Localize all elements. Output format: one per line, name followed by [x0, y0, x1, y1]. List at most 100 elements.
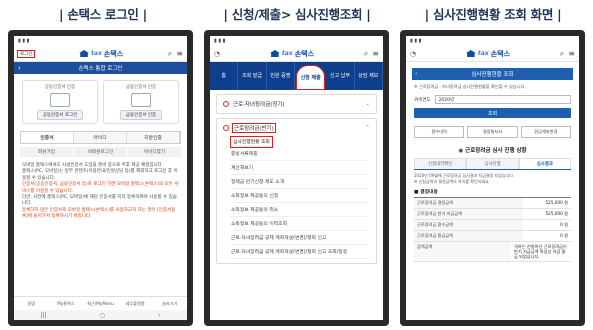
table-row: 근로장려금 환급금액 0 원 — [414, 231, 571, 242]
menu-item[interactable]: 소득정보 제공동의 이력조회 — [231, 217, 368, 231]
main-menu-bar: 홈 조회 발급 민원 증명 신청 제출 신고 납부 상담 제보 — [210, 62, 383, 90]
year-select[interactable]: 2020년 — [434, 95, 571, 104]
chevron-down-icon: ⌄ — [365, 101, 370, 107]
back-icon[interactable]: ‹ — [18, 64, 21, 72]
phone-status: ▮ ▮ ▮ ◔ tax 손택스 ⌕ ≡ ‹ 심사진행현황 조회 ※ 근로장려금 ·… — [400, 30, 585, 326]
status-bar: ▮ ▮ ▮ — [406, 36, 579, 46]
menu-icon[interactable]: ≡ — [372, 49, 379, 59]
menu-apply-submit[interactable]: 신청 제출 — [295, 65, 326, 90]
certificate-icon — [131, 93, 151, 107]
back-icon[interactable]: ‹ — [415, 71, 417, 77]
nav-tax-platform[interactable]: 세무플랫폼 — [118, 297, 153, 310]
menu-item[interactable]: 소득정보 제공동의 취소 — [231, 203, 368, 217]
decision-section-title: ■ 결정내용 — [414, 190, 438, 195]
menu-consult[interactable]: 상담 제보 — [355, 62, 383, 90]
status-bar: ▮ ▮ ▮ — [210, 36, 383, 46]
signup-link[interactable]: 회원가입 — [20, 147, 73, 157]
tab-fingerprint[interactable]: 지문인증 — [127, 132, 180, 143]
menu-item[interactable]: 소득정보 제공동의 신청 — [231, 189, 368, 203]
nav-myhometax[interactable]: My홈택스 — [49, 297, 84, 310]
recent-apps-icon[interactable]: ||| — [41, 312, 47, 319]
top-bar: ◔ tax 손택스 ⌕ ≡ — [406, 46, 579, 62]
decision-notice-button[interactable]: 결정통지서 — [467, 126, 518, 138]
table-row: 감액금액 귀하는 신청하신 근로장려금이 반기 지급금액 특성상 차감 환급 되었… — [414, 242, 571, 262]
menu-item[interactable]: 근로·자녀장려금 공제 계좌개설(변경)/철회 신고 — [231, 231, 368, 245]
finance-cert-box[interactable]: 금융인증서 인증 금융인증서 인증 — [103, 80, 179, 124]
top-bar: ◔ tax 손택스 ⌕ ≡ — [210, 46, 383, 62]
status-section-title: ◉ 근로장려금 심사 진행 상황 — [458, 148, 527, 154]
hometax-logo[interactable]: tax 손택스 — [269, 49, 314, 59]
top-bar: 로그인 tax 손택스 ⌕ ≡ — [14, 46, 187, 62]
login-title-bar: ‹ 손택스 통합 로그인 — [14, 62, 187, 74]
menu-home[interactable]: 홈 — [210, 62, 239, 90]
phone-login: ▮ ▮ ▮ 로그인 tax 손택스 ⌕ ≡ ‹ 손택스 통합 로그인 공동인증서 … — [8, 30, 193, 326]
caption-status-screen: | 심사진행현황 조회 화면 | — [424, 7, 562, 22]
menu-icon[interactable]: ≡ — [176, 49, 183, 59]
search-icon[interactable]: ⌕ — [560, 49, 564, 59]
menu-item[interactable]: 근로·자녀장려금 공제 계좌개설(변경)/철회 신고 조회/정정 — [231, 245, 368, 259]
user-icon[interactable]: ◔ — [410, 50, 416, 58]
table-row: 근로장려금 결정금액 525,000 원 — [414, 198, 571, 209]
android-nav: ||| ○ ‹ — [14, 310, 187, 320]
phone-menu: ▮ ▮ ▮ ◔ tax 손택스 ⌕ ≡ 홈 조회 발급 민원 증명 신청 제출 신… — [204, 30, 389, 326]
tab-application[interactable]: 신청내역확인 — [414, 158, 467, 169]
status-screen: ▮ ▮ ▮ ◔ tax 손택스 ⌕ ≡ ‹ 심사진행현황 조회 ※ 근로장려금 ·… — [406, 36, 579, 320]
table-row: 근로장려금 반기 지급금액 525,000 원 — [414, 209, 571, 220]
finance-cert-button[interactable]: 금융인증서 인증 — [119, 110, 163, 120]
table-row: 근로장려금 환수금액 0 원 — [414, 220, 571, 231]
nav-alert[interactable]: 알림 — [14, 297, 49, 310]
menu-icon[interactable]: ≡ — [568, 49, 575, 59]
menu-item-review-status[interactable]: 심사진행현황 조회 — [230, 136, 273, 148]
tab-id[interactable]: 아이디 — [74, 132, 127, 143]
login-link[interactable]: 로그인 — [16, 49, 36, 58]
year-form: 귀속연도 2020년 — [414, 95, 571, 104]
joint-cert-login-button[interactable]: 공동인증서 로그인 — [36, 110, 84, 120]
menu-item[interactable]: 증빙서류제출 — [231, 147, 368, 161]
menu-civil[interactable]: 민원 증명 — [267, 62, 295, 90]
status-bar: ▮ ▮ ▮ — [14, 36, 187, 46]
search-icon[interactable]: ⌕ — [168, 49, 172, 59]
house-icon — [269, 50, 280, 57]
circle-icon — [223, 101, 229, 107]
joint-cert-box[interactable]: 공동인증서 인증 공동인증서 로그인 — [22, 80, 98, 124]
guest-login-link[interactable]: 비회원로그인 — [74, 147, 127, 157]
menu-item[interactable]: 정례급 반기신청 제도 소개 — [231, 175, 368, 189]
caption-menu-path: | 신청/제출> 심사진행조회 | — [223, 7, 371, 22]
find-id-link[interactable]: 아이디찾기 — [128, 147, 181, 157]
accordion-regular[interactable]: 근로·자녀장려금(정기) ⌄ — [216, 94, 377, 114]
login-screen: ▮ ▮ ▮ 로그인 tax 손택스 ⌕ ≡ ‹ 손택스 통합 로그인 공동인증서 … — [14, 36, 187, 320]
accordion-semiannual[interactable]: 근로장려금(반기) ⌃ 심사진행현황 조회 증빙서류제출 계산해보기 정례급 반… — [216, 118, 377, 264]
menu-report-pay[interactable]: 신고 납부 — [326, 62, 355, 90]
user-icon[interactable]: ◔ — [214, 50, 220, 58]
house-icon — [79, 50, 90, 57]
nav-recent[interactable]: 최근/MyMenu — [83, 297, 118, 310]
certificate-icon — [50, 93, 70, 107]
semiannual-menu-list: 심사진행현황 조회 증빙서류제출 계산해보기 정례급 반기신청 제도 소개 소득… — [217, 136, 376, 263]
back-icon[interactable]: ‹ — [158, 312, 160, 319]
nav-font-size[interactable]: 글자크기 — [152, 297, 187, 310]
circle-icon — [223, 125, 229, 131]
caption-login: | 손택스 로그인 | — [59, 7, 147, 22]
page-note: ※ 근로장려금 · 자녀장려금 심사진행현황을 확인할 수 있습니다. — [414, 84, 526, 89]
house-icon — [465, 50, 476, 57]
login-method-tabs: 인증서 아이디 지문인증 — [20, 131, 181, 144]
result-description: 2020년 09월에 근로장려금 심사결과 지급결정 되었습니다. ※ 신청금액… — [414, 173, 515, 184]
menu-inquiry[interactable]: 조회 발급 — [238, 62, 267, 90]
tab-in-review[interactable]: 심사진행 — [466, 158, 519, 169]
menu-item[interactable]: 계산해보기 — [231, 161, 368, 175]
refund-history-button[interactable]: 환수내역 — [414, 126, 465, 138]
chevron-up-icon: ⌃ — [365, 125, 370, 131]
refund-account-change-button[interactable]: 환급계좌변경 — [520, 126, 571, 138]
search-icon[interactable]: ⌕ — [364, 49, 368, 59]
step-tabs: 신청내역확인 심사진행 심사결과 — [414, 158, 571, 170]
login-notice: 모바일 홈택스에서도 사설인증서 도입을 준비 중으로 추후 제공 예정입니다.… — [22, 163, 179, 220]
decision-table: 근로장려금 결정금액 525,000 원 근로장려금 반기 지급금액 525,000… — [414, 197, 571, 262]
hometax-logo[interactable]: tax 손택스 — [465, 49, 510, 59]
page-title-bar: ‹ 심사진행현황 조회 — [412, 68, 573, 80]
tab-result[interactable]: 심사결과 — [518, 158, 571, 169]
tab-certificate[interactable]: 인증서 — [21, 132, 74, 143]
hometax-logo[interactable]: tax 손택스 — [79, 49, 123, 59]
menu-screen: ▮ ▮ ▮ ◔ tax 손택스 ⌕ ≡ 홈 조회 발급 민원 증명 신청 제출 신… — [210, 36, 383, 320]
search-button[interactable]: 조회 — [414, 108, 571, 118]
home-icon[interactable]: ○ — [100, 312, 105, 319]
